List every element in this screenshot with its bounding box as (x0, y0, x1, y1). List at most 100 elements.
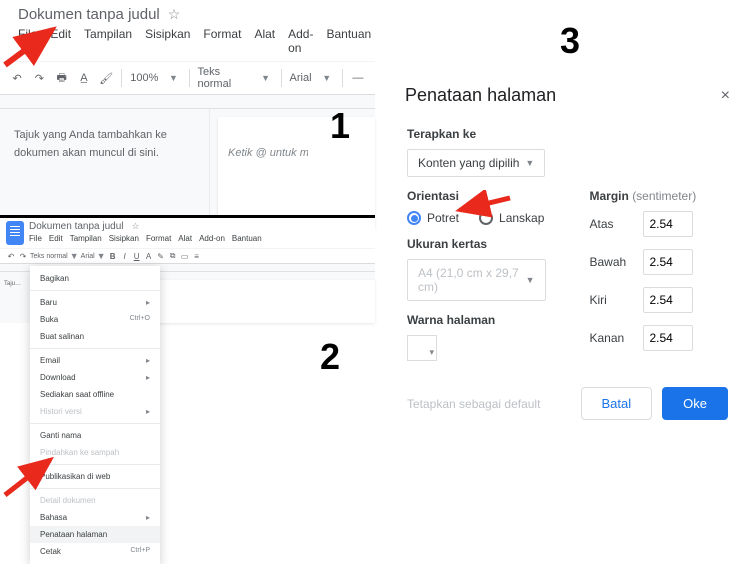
menu-item-open[interactable]: BukaCtrl+O (30, 311, 160, 328)
menu-item-history[interactable]: Histori versi▸ (30, 403, 160, 420)
menu-file[interactable]: File (29, 234, 42, 243)
set-default-button[interactable]: Tetapkan sebagai default (407, 397, 540, 411)
menu-tools[interactable]: Alat (254, 27, 275, 55)
cancel-button[interactable]: Batal (581, 387, 653, 420)
step-number-3: 3 (560, 20, 580, 62)
font-select[interactable]: Arial (81, 253, 95, 260)
menu-addons[interactable]: Add-on (199, 234, 225, 243)
apply-to-label: Terapkan ke (407, 127, 728, 141)
menu-edit[interactable]: Edit (49, 234, 63, 243)
chevron-down-icon: ▾ (429, 347, 434, 358)
apply-to-dropdown[interactable]: Konten yang dipilih ▼ (407, 149, 545, 177)
menu-tools[interactable]: Alat (178, 234, 192, 243)
close-icon[interactable]: × (721, 87, 730, 105)
highlight-icon[interactable]: ✎ (156, 251, 166, 261)
margin-label: Margin (sentimeter) (590, 189, 729, 203)
minus-icon[interactable]: — (351, 70, 365, 86)
chevron-down-icon[interactable]: ▼ (70, 251, 79, 261)
menu-format[interactable]: Format (203, 27, 241, 55)
margin-right-input[interactable] (643, 325, 693, 351)
separator (189, 69, 190, 87)
ruler[interactable] (0, 95, 375, 109)
menu-help[interactable]: Bantuan (326, 27, 371, 55)
menu-item-download[interactable]: Download▸ (30, 369, 160, 386)
chevron-down-icon[interactable]: ▼ (320, 70, 334, 86)
spellcheck-icon[interactable]: A̲ (77, 70, 91, 86)
margins: Atas Bawah Kiri Kanan (590, 211, 729, 351)
text-color-icon[interactable]: A (144, 251, 154, 261)
margin-right-row: Kanan (590, 325, 729, 351)
step-number-1: 1 (330, 105, 350, 147)
menu-addons[interactable]: Add-on (288, 27, 313, 55)
menu-insert[interactable]: Sisipkan (109, 234, 139, 243)
redo-icon[interactable]: ↷ (18, 251, 28, 261)
document-page[interactable]: Ketik @ untuk menyisipkan (218, 117, 375, 229)
header: Dokumen tanpa judul ☆ File Edit Tampilan… (0, 218, 375, 248)
radio-dot-icon (407, 211, 421, 225)
apply-to-section: Terapkan ke Konten yang dipilih ▼ (395, 121, 740, 183)
doc-title[interactable]: Dokumen tanpa judul ☆ (29, 221, 369, 232)
margin-top-input[interactable] (643, 211, 693, 237)
title-area: Dokumen tanpa judul ☆ File Edit Tampilan… (18, 6, 371, 55)
paper-value: A4 (21,0 cm x 29,7 cm) (418, 266, 520, 294)
redo-icon[interactable]: ↷ (32, 70, 46, 86)
docs-logo-icon (6, 221, 24, 245)
link-icon[interactable]: ⧉ (168, 251, 178, 261)
print-icon[interactable]: 🖶 (55, 70, 69, 86)
undo-icon[interactable]: ↶ (6, 251, 16, 261)
menu-format[interactable]: Format (146, 234, 171, 243)
menu-item-new[interactable]: Baru▸ (30, 294, 160, 311)
separator (342, 69, 343, 87)
menu-item-page-setup[interactable]: Penataan halaman (30, 526, 160, 543)
doc-title-text: Dokumen tanpa judul (29, 221, 124, 232)
underline-icon[interactable]: U (132, 251, 142, 261)
page-color-section: Warna halaman ▾ (395, 307, 558, 367)
zoom-select[interactable]: 100% (130, 72, 158, 84)
paper-size-section: Ukuran kertas A4 (21,0 cm x 29,7 cm) ▼ (395, 231, 558, 307)
menu-view[interactable]: Tampilan (84, 27, 132, 55)
paint-format-icon[interactable]: 🖌 (99, 70, 113, 86)
apply-to-value: Konten yang dipilih (418, 156, 519, 170)
color-swatch[interactable]: ▾ (407, 335, 437, 361)
separator (121, 69, 122, 87)
align-icon[interactable]: ≡ (192, 251, 202, 261)
margin-bottom-label: Bawah (590, 255, 635, 269)
chevron-down-icon: ▼ (525, 158, 534, 168)
menu-item-email[interactable]: Email▸ (30, 352, 160, 369)
menu-help[interactable]: Bantuan (232, 234, 262, 243)
image-icon[interactable]: ▭ (180, 251, 190, 261)
bold-icon[interactable]: B (108, 251, 118, 261)
star-icon[interactable]: ☆ (132, 221, 140, 232)
paper-label: Ukuran kertas (407, 237, 546, 251)
chevron-down-icon[interactable]: ▼ (258, 70, 272, 86)
red-arrow-2 (0, 440, 70, 500)
menu-insert[interactable]: Sisipkan (145, 27, 190, 55)
margin-section: Margin (sentimeter) Atas Bawah Kiri (578, 183, 741, 357)
menu-item-share[interactable]: Bagikan (30, 270, 160, 287)
toolbar: ↶ ↷ Teks normal ▼ Arial ▼ B I U A ✎ ⧉ ▭ … (0, 248, 375, 264)
title-area: Dokumen tanpa judul ☆ File Edit Tampilan… (29, 221, 369, 243)
menu-item-offline[interactable]: Sediakan saat offline (30, 386, 160, 403)
menu-item-language[interactable]: Bahasa▸ (30, 509, 160, 526)
chevron-down-icon[interactable]: ▼ (166, 70, 180, 86)
star-icon[interactable]: ☆ (168, 6, 181, 23)
menu-item-copy[interactable]: Buat salinan (30, 328, 160, 345)
margin-left-input[interactable] (643, 287, 693, 313)
paper-dropdown[interactable]: A4 (21,0 cm x 29,7 cm) ▼ (407, 259, 546, 301)
color-label: Warna halaman (407, 313, 546, 327)
red-arrow-1 (0, 10, 70, 70)
undo-icon[interactable]: ↶ (10, 70, 24, 86)
dialog-footer: Tetapkan sebagai default Batal Oke (395, 367, 740, 420)
font-select[interactable]: Arial (290, 72, 312, 84)
italic-icon[interactable]: I (120, 251, 130, 261)
style-select[interactable]: Teks normal (198, 66, 251, 90)
margin-right-label: Kanan (590, 331, 635, 345)
ok-button[interactable]: Oke (662, 387, 728, 420)
menu-item-print[interactable]: CetakCtrl+P (30, 543, 160, 560)
margin-bottom-input[interactable] (643, 249, 693, 275)
style-select[interactable]: Teks normal (30, 253, 68, 260)
chevron-down-icon[interactable]: ▼ (97, 251, 106, 261)
doc-title[interactable]: Dokumen tanpa judul ☆ (18, 6, 371, 23)
menu-view[interactable]: Tampilan (70, 234, 102, 243)
dialog-title-text: Penataan halaman (405, 85, 556, 106)
